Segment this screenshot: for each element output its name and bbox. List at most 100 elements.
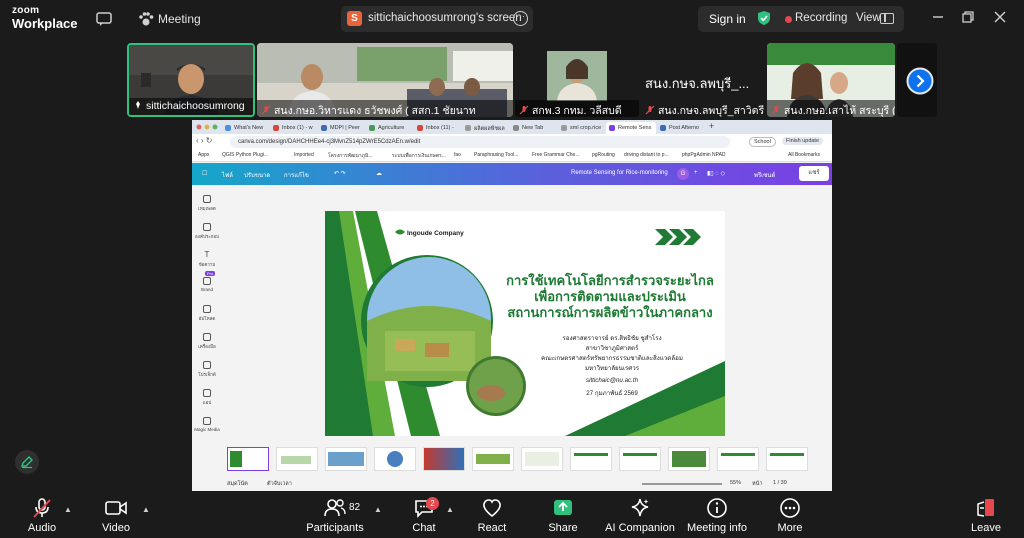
page-label[interactable]: หน้า xyxy=(752,480,762,488)
slide-thumbnail[interactable] xyxy=(276,447,318,471)
canva-menu-icon[interactable]: ☐ xyxy=(202,170,207,177)
bookmark[interactable]: ระบบเพื่อการเงินเกษตร... xyxy=(392,152,446,160)
slide-thumbnail[interactable] xyxy=(521,447,563,471)
video-tile[interactable]: สนง.กษอ.เสาไห้ สระบุรี (ศิ... xyxy=(767,43,895,117)
bookmark[interactable]: โครงการพัฒนาภูมิ... xyxy=(328,152,372,160)
browser-tab[interactable]: What's New xyxy=(222,122,269,134)
browser-tab[interactable]: Post Afterno xyxy=(657,122,704,134)
slide-thumbnail[interactable] xyxy=(619,447,661,471)
zoom-slider[interactable] xyxy=(642,483,722,485)
bookmark[interactable]: Imported xyxy=(294,152,314,158)
audio-button[interactable]: Audio xyxy=(24,497,60,534)
sign-in-button[interactable]: Sign in xyxy=(709,12,746,26)
school-profile-button[interactable]: School xyxy=(749,137,776,147)
chat-options-chevron-icon[interactable]: ▲ xyxy=(446,505,454,514)
meeting-info-button[interactable]: Meeting info xyxy=(684,497,750,534)
zoom-logo: zoom Workplace xyxy=(12,5,78,31)
bookmark[interactable]: Free Grammar Che... xyxy=(532,152,580,158)
video-tile-active-speaker[interactable]: sittichaichoosumrong xyxy=(127,43,255,117)
slide-thumbnail[interactable] xyxy=(717,447,759,471)
participants-options-chevron-icon[interactable]: ▲ xyxy=(374,505,382,514)
minimize-icon[interactable] xyxy=(931,10,945,24)
bookmark[interactable]: Paraphrasing Tool... xyxy=(474,152,518,158)
ai-companion-button[interactable]: AI Companion xyxy=(604,497,676,534)
share-screen-button[interactable]: Share xyxy=(545,497,581,534)
side-elements[interactable]: องค์ประกอบ xyxy=(194,223,220,240)
side-templates[interactable]: เทมเพลต xyxy=(194,195,220,212)
next-page-arrow-icon[interactable] xyxy=(906,67,934,95)
notes-button[interactable]: สมุดโน้ต xyxy=(227,480,248,488)
finish-update-button[interactable]: Finish update xyxy=(782,137,824,145)
side-tools[interactable]: เครื่องมือ xyxy=(194,333,220,350)
browser-tab-active[interactable]: Remote Sens xyxy=(606,122,656,134)
slide-thumbnail[interactable] xyxy=(570,447,612,471)
chat-bubble-icon[interactable] xyxy=(95,10,113,28)
slide-thumbnail[interactable] xyxy=(374,447,416,471)
recording-status[interactable]: Recording xyxy=(795,12,847,24)
canva-present-button[interactable]: พรีเซนต์ xyxy=(754,170,775,180)
bookmark[interactable]: driving distant to p... xyxy=(624,152,669,158)
canva-menu-edit[interactable]: การแก้ไข xyxy=(284,170,309,180)
video-tile[interactable]: สกพ.3 กทม. วลีสบดี xyxy=(515,43,639,117)
browser-tab[interactable]: MDPI | Peer xyxy=(318,122,365,134)
bookmark[interactable]: pgRouting xyxy=(592,152,615,158)
video-tile-name-only[interactable]: สนง.กษจ.ลพบุรี_... สนง.กษจ.ลพบุรี_สาวิตร… xyxy=(641,43,765,117)
side-projects[interactable]: โปรเจ็กต์ xyxy=(194,361,220,378)
meeting-label[interactable]: Meeting xyxy=(158,12,201,26)
bookmark[interactable]: fao xyxy=(454,152,461,158)
browser-tab[interactable]: ผลิตผลพืชผล xyxy=(462,122,509,134)
new-tab-icon[interactable]: + xyxy=(709,121,714,131)
close-icon[interactable] xyxy=(993,10,1007,24)
browser-tab[interactable]: Inbox (11) - xyxy=(414,122,461,134)
view-button[interactable]: View xyxy=(856,12,881,24)
restore-icon[interactable] xyxy=(961,10,975,24)
timer-button[interactable]: ตัวจับเวลา xyxy=(267,480,292,488)
slide-thumbnail[interactable] xyxy=(766,447,808,471)
canva-chart-icon[interactable]: ▮▯ ◌ ◇ xyxy=(707,170,725,177)
browser-tab[interactable]: New Tab xyxy=(510,122,557,134)
slide-thumbnail[interactable] xyxy=(668,447,710,471)
slide-thumbnail[interactable] xyxy=(423,447,465,471)
more-options-icon[interactable]: ··· xyxy=(513,11,528,26)
zoom-level[interactable]: 55% xyxy=(730,480,741,486)
more-button[interactable]: More xyxy=(772,497,808,534)
participant-name: สนง.กษจ.ลพบุรี_สาวิตรี xyxy=(641,100,765,117)
presentation-slide[interactable]: Ingoude Company การใช้เทคโนโลยีการสำรวจร… xyxy=(325,211,725,436)
browser-tab[interactable]: Agriculture xyxy=(366,122,413,134)
canva-menu-file[interactable]: ไฟล์ xyxy=(222,170,233,180)
shared-screen[interactable]: What's New Inbox (1) - w MDPI | Peer Agr… xyxy=(192,120,832,491)
bookmark-all[interactable]: All Bookmarks xyxy=(788,152,820,158)
view-layout-icon[interactable] xyxy=(880,13,894,24)
browser-tab[interactable]: sml crop.rice xyxy=(558,122,605,134)
audio-options-chevron-icon[interactable]: ▲ xyxy=(64,505,72,514)
page-counter[interactable]: 1 / 39 xyxy=(773,480,787,486)
video-options-chevron-icon[interactable]: ▲ xyxy=(142,505,150,514)
nav-arrows-icon[interactable]: ‹ › ↻ xyxy=(196,136,212,145)
leave-button[interactable]: Leave xyxy=(968,497,1004,534)
annotate-pen-icon[interactable] xyxy=(15,450,39,474)
url-field[interactable]: canva.com/design/DAHCHHEe4-cj3MvnZ514pZW… xyxy=(230,136,730,148)
slide-thumbnail[interactable] xyxy=(325,447,367,471)
bookmark[interactable]: Apps xyxy=(198,152,209,158)
canva-doc-title[interactable]: Remote Sensing for Rice-monitoring xyxy=(571,170,668,176)
slide-thumbnail[interactable] xyxy=(472,447,514,471)
side-text[interactable]: T ข้อความ xyxy=(194,251,220,268)
screen-share-indicator[interactable]: S sittichaichoosumrong's screen ··· xyxy=(341,6,533,32)
video-button[interactable]: Video xyxy=(98,497,134,534)
slide-thumbnail[interactable] xyxy=(227,447,269,471)
canva-add-icon[interactable]: + xyxy=(694,170,698,176)
browser-tab[interactable]: Inbox (1) - w xyxy=(270,122,317,134)
video-tile[interactable]: สนง.กษอ.วิหารแดง ธวัชพงศ์ ( สสก.1 ชัยนาท xyxy=(257,43,513,117)
side-apps[interactable]: แอป xyxy=(194,389,220,406)
security-shield-icon[interactable] xyxy=(757,10,771,26)
side-uploads[interactable]: อัปโหลด xyxy=(194,305,220,322)
bookmark[interactable]: phpPgAdmin NPAD xyxy=(682,152,726,158)
canva-menu-resize[interactable]: ปรับขนาด xyxy=(244,170,270,180)
react-button[interactable]: React xyxy=(474,497,510,534)
side-brand[interactable]: Brand xyxy=(194,277,220,292)
bookmark[interactable]: QGIS Python Plugi... xyxy=(222,152,268,158)
side-magic-media[interactable]: Magic Media xyxy=(194,417,220,432)
canva-share-button[interactable]: แชร์ xyxy=(799,166,829,181)
canva-avatar[interactable]: G xyxy=(677,168,689,180)
undo-redo-icon[interactable]: ↶ ↷ xyxy=(334,170,346,177)
